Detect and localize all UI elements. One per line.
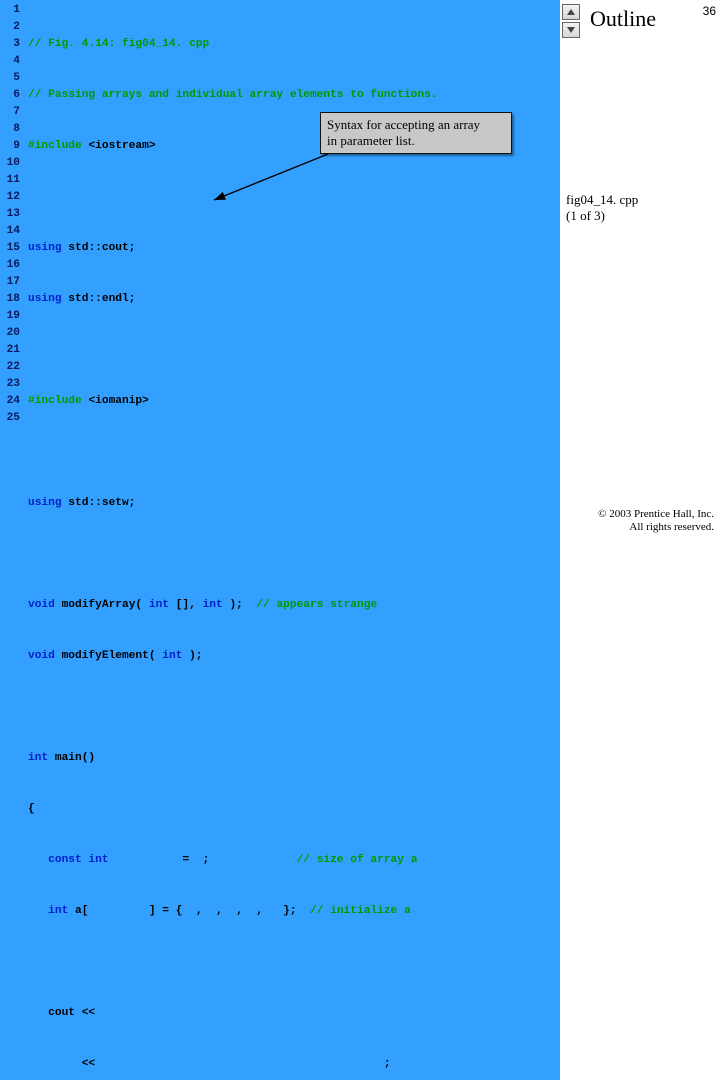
code-line: using std::endl; xyxy=(28,291,560,308)
code-line xyxy=(28,546,560,563)
line-number: 15 xyxy=(0,240,20,257)
code-line xyxy=(28,954,560,971)
line-number: 10 xyxy=(0,155,20,172)
outline-down-button[interactable] xyxy=(562,22,580,38)
line-number: 4 xyxy=(0,53,20,70)
code-line: using std::cout; xyxy=(28,240,560,257)
line-number: 19 xyxy=(0,308,20,325)
line-number: 20 xyxy=(0,325,20,342)
outline-label: Outline xyxy=(590,6,656,32)
line-number: 23 xyxy=(0,376,20,393)
callout-text: Syntax for accepting an array xyxy=(327,117,505,133)
copyright: © 2003 Prentice Hall, Inc. All rights re… xyxy=(598,508,714,534)
code-line: // Fig. 4.14: fig04_14. cpp xyxy=(28,36,560,53)
code-line: { xyxy=(28,801,560,818)
code-line: void modifyElement( int ); xyxy=(28,648,560,665)
line-number: 5 xyxy=(0,70,20,87)
code-line: int a[ ] = { , , , , }; // initialize a xyxy=(28,903,560,920)
code-line: int main() xyxy=(28,750,560,767)
code-line: using std::setw; xyxy=(28,495,560,512)
line-number: 25 xyxy=(0,410,20,427)
line-number-gutter: 1234567891011121314151617181920212223242… xyxy=(0,0,24,1080)
outline-up-button[interactable] xyxy=(562,4,580,20)
right-column: Outline 36 fig04_14. cpp (1 of 3) © 2003… xyxy=(562,0,720,540)
code-line: const int = ; // size of array a xyxy=(28,852,560,869)
callout-box: Syntax for accepting an array in paramet… xyxy=(320,112,512,154)
code-line xyxy=(28,342,560,359)
code-line xyxy=(28,699,560,716)
line-number: 17 xyxy=(0,274,20,291)
page-number: 36 xyxy=(703,4,716,18)
code-line: #include <iomanip> xyxy=(28,393,560,410)
code-line xyxy=(28,444,560,461)
line-number: 16 xyxy=(0,257,20,274)
line-number: 22 xyxy=(0,359,20,376)
line-number: 18 xyxy=(0,291,20,308)
line-number: 24 xyxy=(0,393,20,410)
code-line: << ; xyxy=(28,1056,560,1073)
code-line: cout << xyxy=(28,1005,560,1022)
line-number: 1 xyxy=(0,2,20,19)
code-line xyxy=(28,189,560,206)
line-number: 11 xyxy=(0,172,20,189)
line-number: 8 xyxy=(0,121,20,138)
code-lines: // Fig. 4.14: fig04_14. cpp // Passing a… xyxy=(24,0,560,1080)
line-number: 9 xyxy=(0,138,20,155)
code-line: void modifyArray( int [], int ); // appe… xyxy=(28,597,560,614)
figure-caption: fig04_14. cpp (1 of 3) xyxy=(566,192,638,224)
line-number: 14 xyxy=(0,223,20,240)
line-number: 21 xyxy=(0,342,20,359)
line-number: 2 xyxy=(0,19,20,36)
line-number: 6 xyxy=(0,87,20,104)
line-number: 13 xyxy=(0,206,20,223)
callout-text: in parameter list. xyxy=(327,133,505,149)
code-area: 1234567891011121314151617181920212223242… xyxy=(0,0,560,1080)
line-number: 3 xyxy=(0,36,20,53)
outline-nav xyxy=(562,4,582,40)
code-line: // Passing arrays and individual array e… xyxy=(28,87,560,104)
line-number: 12 xyxy=(0,189,20,206)
line-number: 7 xyxy=(0,104,20,121)
